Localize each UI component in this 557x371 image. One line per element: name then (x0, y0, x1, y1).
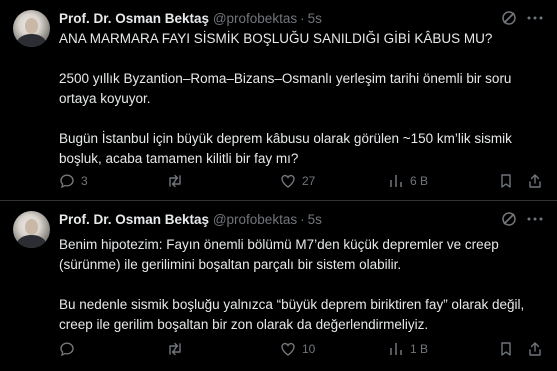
author-handle[interactable]: @profobektas (213, 212, 297, 227)
tweet-header: Prof. Dr. Osman Bektaş @profobektas · 5s (59, 211, 322, 228)
tweet-paragraph: Bugün İstanbul için büyük deprem kâbusu … (59, 131, 512, 166)
like-icon (279, 340, 297, 358)
tweet-text: Benim hipotezim: Fayın önemli bölümü M7’… (59, 235, 539, 335)
timeline-feed: Prof. Dr. Osman Bektaş @profobektas · 5s A… (0, 0, 557, 371)
tweet-text: ANA MARMARA FAYI SİSMİK BOŞLUĞU SANILDIĞ… (59, 29, 539, 169)
reply-count: 3 (81, 174, 88, 188)
share-button[interactable] (526, 340, 544, 358)
avatar[interactable] (13, 10, 50, 47)
views-count: 1 B (410, 342, 429, 356)
author-name[interactable]: Prof. Dr. Osman Bektaş (59, 11, 209, 26)
reply-button[interactable]: 3 (58, 172, 88, 190)
repost-icon (166, 340, 184, 358)
like-button[interactable]: 10 (279, 340, 315, 358)
action-bar: 3 27 6 B (0, 172, 557, 190)
repost-button[interactable] (166, 340, 189, 358)
views-button[interactable]: 6 B (387, 172, 428, 190)
grok-icon[interactable] (500, 9, 518, 27)
bookmark-icon (497, 340, 515, 358)
bookmark-button[interactable] (497, 172, 515, 190)
action-bar: 10 1 B (0, 340, 557, 358)
like-count: 10 (302, 342, 316, 356)
tweet-paragraph: 2500 yıllık Byzantion–Roma–Bizans–Osmanl… (59, 71, 512, 106)
separator: · (300, 212, 305, 227)
repost-icon (166, 172, 184, 190)
reply-icon (58, 340, 76, 358)
avatar[interactable] (13, 211, 50, 248)
views-icon (387, 340, 405, 358)
tweet-header: Prof. Dr. Osman Bektaş @profobektas · 5s (59, 10, 322, 27)
tweet-paragraph: Benim hipotezim: Fayın önemli bölümü M7’… (59, 237, 499, 272)
views-button[interactable]: 1 B (387, 340, 428, 358)
timestamp[interactable]: 5s (308, 212, 322, 227)
grok-icon[interactable] (500, 210, 518, 228)
reply-button[interactable] (58, 340, 81, 358)
like-icon (279, 172, 297, 190)
separator: · (300, 11, 305, 26)
more-icon[interactable] (526, 210, 544, 228)
bookmark-icon (497, 172, 515, 190)
author-name[interactable]: Prof. Dr. Osman Bektaş (59, 212, 209, 227)
timestamp[interactable]: 5s (308, 11, 322, 26)
author-handle[interactable]: @profobektas (213, 11, 297, 26)
tweet-paragraph: ANA MARMARA FAYI SİSMİK BOŞLUĞU SANILDIĞ… (59, 31, 493, 46)
share-icon (526, 340, 544, 358)
tweet[interactable]: Prof. Dr. Osman Bektaş @profobektas · 5s A… (0, 0, 557, 201)
tweet-paragraph: Bu nedenle sismik boşluğu yalnızca “büyü… (59, 297, 525, 332)
repost-button[interactable] (166, 172, 189, 190)
tweet[interactable]: Prof. Dr. Osman Bektaş @profobektas · 5s B… (0, 201, 557, 371)
share-icon (526, 172, 544, 190)
views-icon (387, 172, 405, 190)
bookmark-button[interactable] (497, 340, 515, 358)
views-count: 6 B (410, 174, 429, 188)
reply-icon (58, 172, 76, 190)
share-button[interactable] (526, 172, 544, 190)
more-icon[interactable] (526, 9, 544, 27)
like-button[interactable]: 27 (279, 172, 315, 190)
like-count: 27 (302, 174, 316, 188)
